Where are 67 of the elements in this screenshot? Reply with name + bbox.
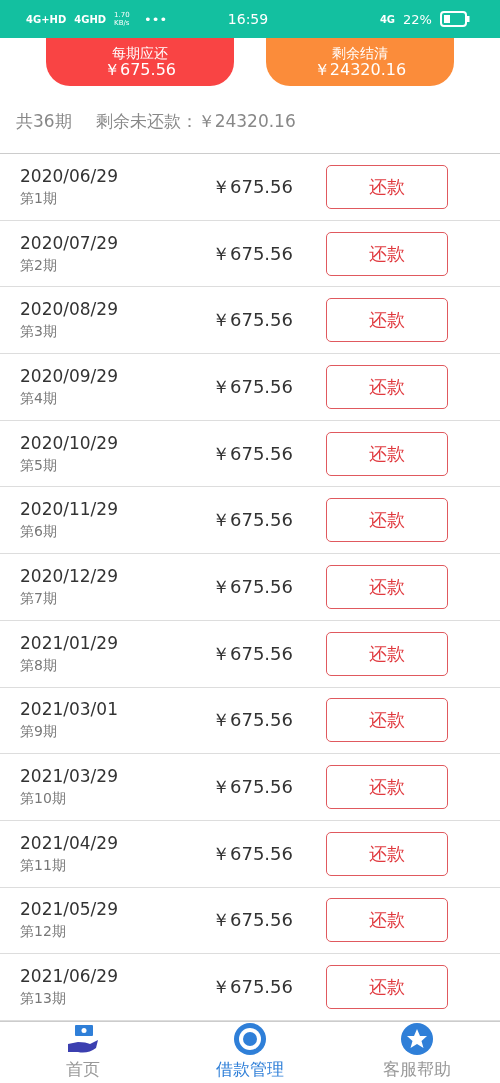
period-label: 第10期 [20, 790, 67, 809]
repay-button[interactable]: 还款 [326, 298, 448, 343]
summary-button[interactable]: 每期应还 ￥675.56 [46, 38, 234, 86]
repay-button[interactable]: 还款 [326, 898, 448, 943]
repay-button[interactable]: 还款 [326, 498, 448, 543]
due-date: 2020/08/29 [20, 299, 119, 320]
due-date: 2021/03/29 [20, 766, 119, 787]
due-date: 2021/03/01 [20, 699, 119, 720]
amount: ￥675.56 [212, 708, 294, 733]
due-date: 2020/09/29 [20, 365, 119, 386]
period-label: 第3期 [20, 323, 58, 342]
due-date: 2021/05/29 [20, 899, 119, 920]
amount: ￥675.56 [212, 975, 294, 1000]
repay-button[interactable]: 还款 [326, 631, 448, 676]
network-label: 4G [379, 13, 396, 25]
battery-percent: 22% [403, 11, 432, 27]
battery-icon [440, 11, 470, 27]
period-label: 第4期 [20, 389, 58, 408]
amount: ￥675.56 [212, 174, 294, 199]
summary-button[interactable]: 剩余结清 ￥24320.16 [266, 38, 454, 86]
due-date: 2021/06/29 [20, 966, 119, 987]
due-date: 2021/04/29 [20, 832, 119, 853]
amount: ￥675.56 [212, 374, 294, 399]
nav-tab[interactable]: 首页 [8, 1021, 159, 1083]
repay-button[interactable]: 还款 [326, 564, 448, 609]
amount: ￥675.56 [212, 841, 294, 866]
amount: ￥675.56 [212, 241, 294, 266]
period-label: 第12期 [20, 923, 67, 942]
network-label: 4GHD [74, 13, 107, 25]
target-icon [233, 1021, 267, 1056]
repay-button[interactable]: 还款 [326, 431, 448, 476]
network-label: 4G+HD [26, 13, 67, 25]
amount: ￥675.56 [212, 574, 294, 599]
nav-tab[interactable]: 客服帮助 [341, 1021, 492, 1083]
repay-button[interactable]: 还款 [326, 965, 448, 1010]
amount: ￥675.56 [212, 775, 294, 800]
period-label: 第6期 [20, 523, 58, 542]
period-label: 第9期 [20, 723, 58, 742]
period-label: 第8期 [20, 656, 58, 675]
remaining-amount: 剩余未还款：￥24320.16 [95, 110, 296, 133]
due-date: 2021/01/29 [20, 632, 119, 653]
due-date: 2020/11/29 [20, 499, 119, 520]
period-label: 第13期 [20, 990, 67, 1009]
clock: 16:59 [227, 11, 269, 27]
repay-button[interactable]: 还款 [326, 765, 448, 810]
period-label: 第7期 [20, 589, 58, 608]
amount: ￥675.56 [212, 508, 294, 533]
period-label: 第11期 [20, 856, 67, 875]
period-label: 第5期 [20, 456, 58, 475]
period-label: 第2期 [20, 256, 58, 275]
repay-button[interactable]: 还款 [326, 231, 448, 276]
due-date: 2020/10/29 [20, 432, 119, 453]
period-label: 第1期 [20, 189, 58, 208]
due-date: 2020/06/29 [20, 165, 119, 186]
amount: ￥675.56 [212, 641, 294, 666]
more-label: ••• [144, 11, 168, 27]
period-count: 共36期 [16, 110, 72, 133]
due-date: 2020/12/29 [20, 565, 119, 586]
repay-button[interactable]: 还款 [326, 698, 448, 743]
repay-button[interactable]: 还款 [326, 364, 448, 409]
repay-button[interactable]: 还款 [326, 831, 448, 876]
amount: ￥675.56 [212, 308, 294, 333]
nav-tab[interactable]: 借款管理 [175, 1021, 325, 1083]
repay-button[interactable]: 还款 [326, 164, 448, 209]
due-date: 2020/07/29 [20, 232, 119, 253]
amount: ￥675.56 [212, 441, 294, 466]
amount: ￥675.56 [212, 908, 294, 933]
